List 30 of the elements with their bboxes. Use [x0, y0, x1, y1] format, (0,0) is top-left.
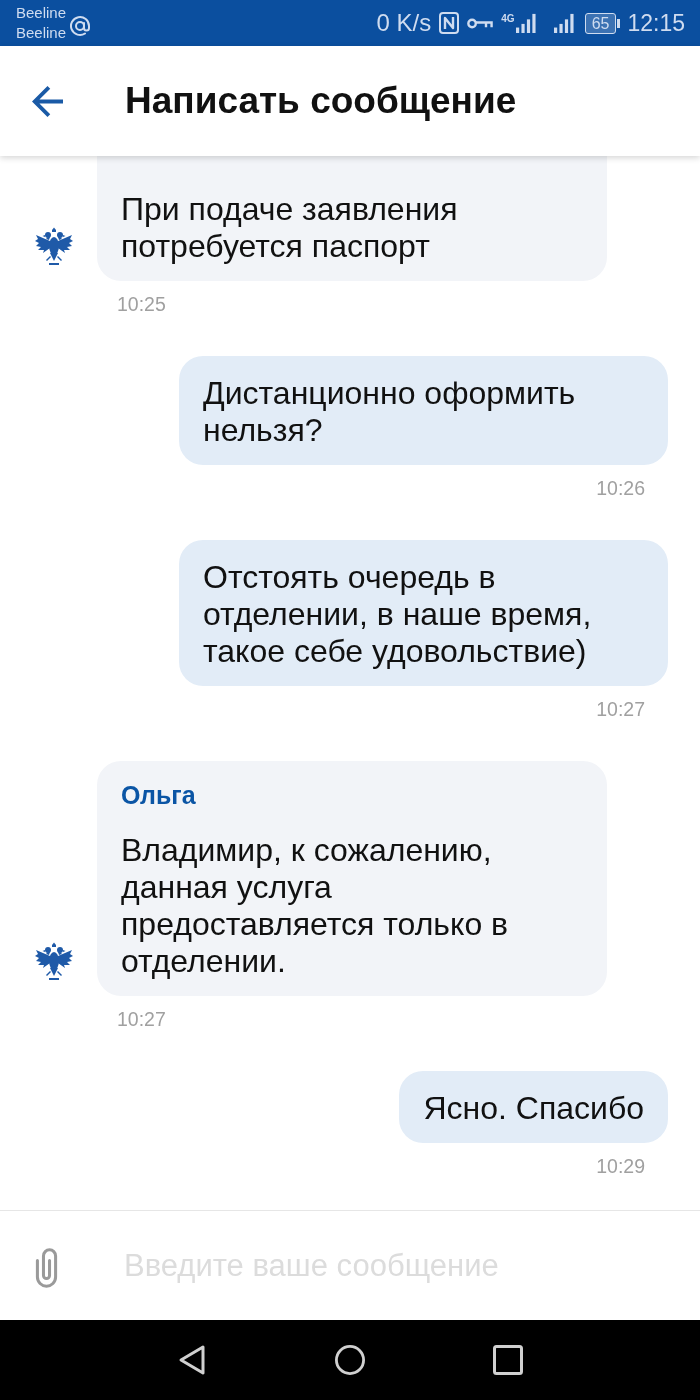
signal-icon	[515, 13, 536, 33]
carrier-name: Beeline	[16, 3, 67, 23]
at-sign-icon	[69, 15, 92, 37]
home-circle-icon[interactable]	[335, 1344, 365, 1376]
message-text: Отстоять очередь в отделении, в наше время, такое себе удовольствие)	[203, 559, 593, 670]
eagle-emblem-icon	[35, 227, 73, 265]
battery-indicator: 65	[584, 12, 621, 34]
message-text: Ясно. Спасибо	[423, 1090, 644, 1127]
nfc-icon	[439, 12, 460, 34]
network-type-label: 4G	[501, 14, 515, 24]
eagle-emblem-icon	[35, 942, 73, 980]
message-time: 10:26	[596, 478, 645, 498]
paperclip-icon[interactable]	[33, 1247, 60, 1288]
key-icon	[466, 16, 494, 30]
back-triangle-icon[interactable]	[177, 1344, 207, 1376]
recent-apps-square-icon[interactable]	[493, 1344, 523, 1376]
message-text: Владимир, к сожалению, данная услуга предоставляется только в отделении.	[121, 832, 510, 980]
message-text: При подаче заявления потребуется паспорт	[121, 191, 459, 265]
message-time: 10:25	[117, 294, 166, 314]
page-title: Написать сообщение	[125, 79, 517, 123]
signal-icon	[553, 13, 574, 33]
back-arrow-icon[interactable]	[32, 85, 63, 117]
carrier-name: Beeline	[16, 23, 67, 43]
message-time: 10:27	[596, 699, 645, 719]
network-speed: 0 K/s	[376, 9, 432, 37]
message-time: 10:27	[117, 1009, 166, 1029]
message-time: 10:29	[596, 1156, 645, 1176]
message-text: Дистанционно оформить нельзя?	[203, 375, 577, 449]
clock: 12:15	[627, 9, 685, 37]
sender-name: Ольга	[121, 780, 197, 810]
